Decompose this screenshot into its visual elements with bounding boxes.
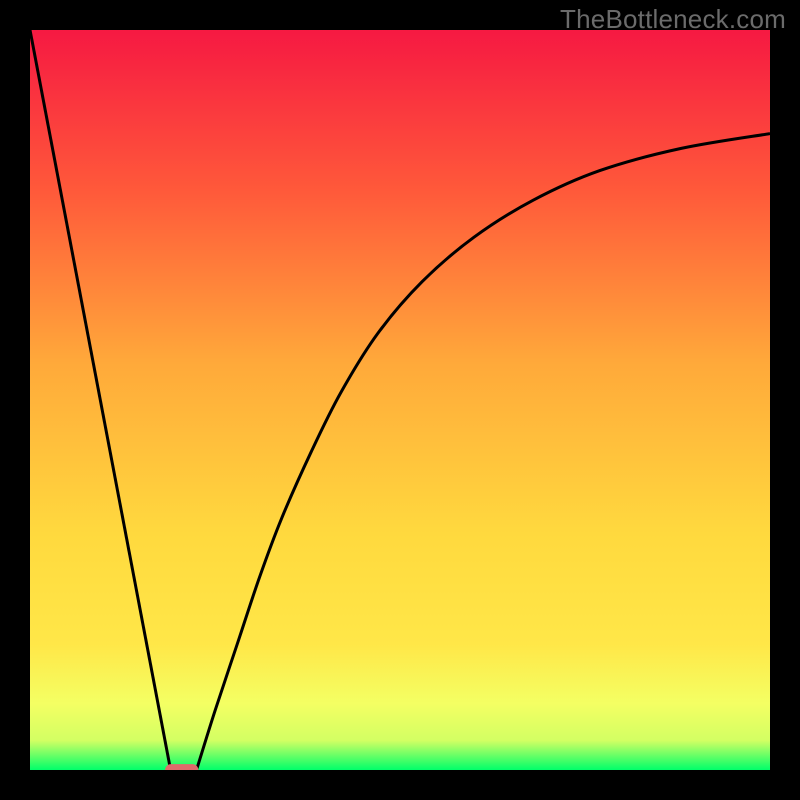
- min-marker: [165, 764, 198, 770]
- plot-area: [30, 30, 770, 770]
- gradient-background: [30, 30, 770, 770]
- chart-container: TheBottleneck.com: [0, 0, 800, 800]
- chart-svg: [30, 30, 770, 770]
- watermark-text: TheBottleneck.com: [560, 4, 786, 35]
